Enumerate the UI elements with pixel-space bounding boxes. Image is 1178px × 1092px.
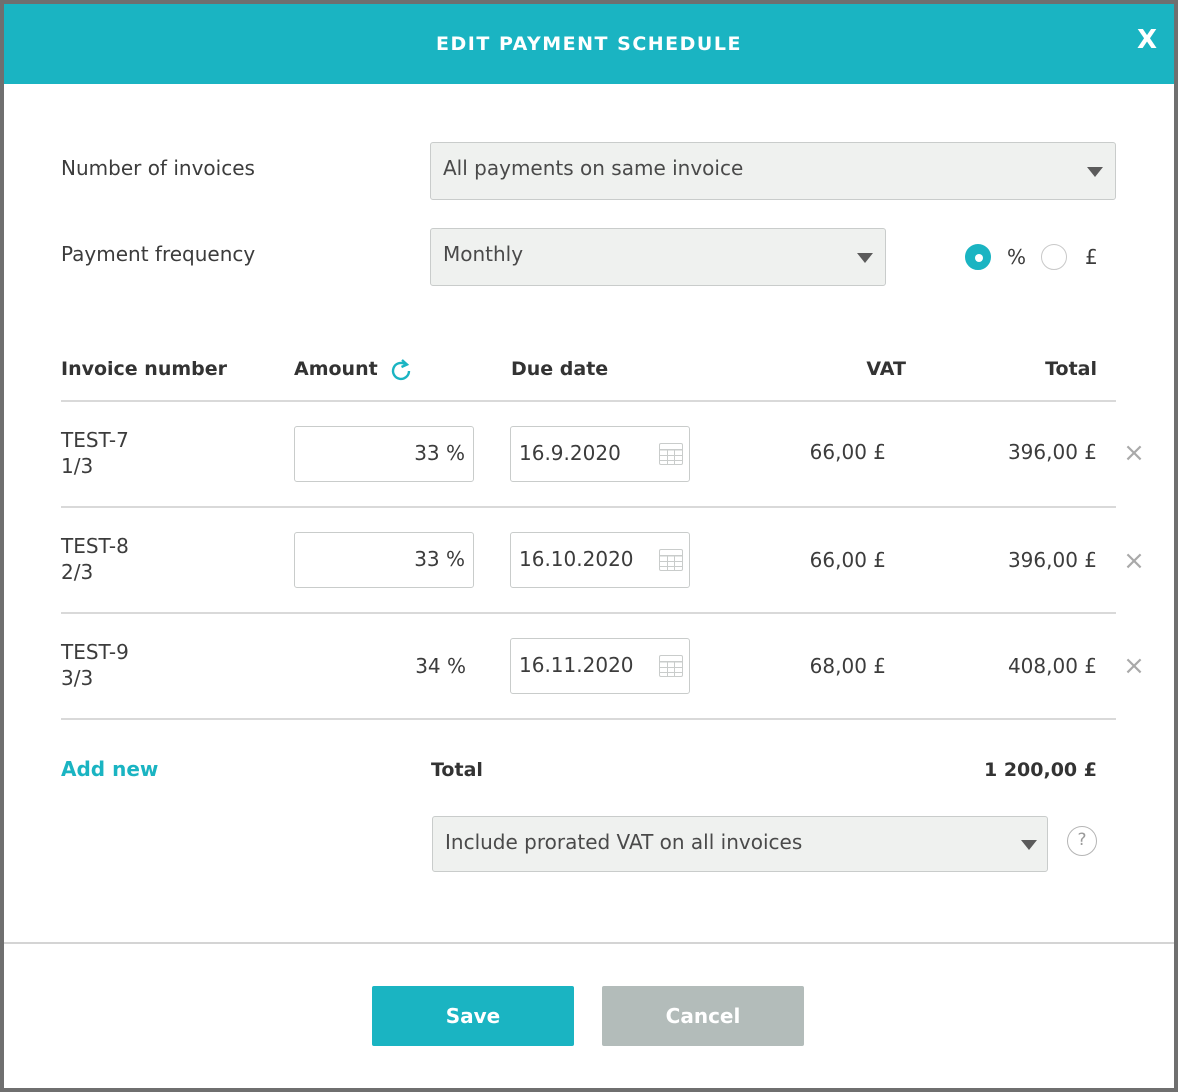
pound-radio-label: £ (1085, 245, 1098, 269)
due-date-input[interactable]: 16.10.2020 (510, 532, 690, 588)
chevron-down-icon (1021, 840, 1037, 850)
table-divider (61, 400, 1116, 402)
vat-value: 66,00 £ (809, 440, 886, 464)
calendar-icon[interactable] (659, 549, 683, 571)
calendar-icon[interactable] (659, 655, 683, 677)
invoice-part: 1/3 (61, 454, 94, 478)
header-due-date: Due date (511, 358, 609, 380)
table-divider (61, 612, 1116, 614)
payment-schedule-dialog: EDIT PAYMENT SCHEDULE X Number of invoic… (4, 4, 1174, 1088)
payment-frequency-value: Monthly (443, 242, 524, 266)
pound-radio[interactable] (1041, 244, 1067, 270)
invoice-number: TEST-8 (61, 534, 129, 558)
chevron-down-icon (857, 253, 873, 263)
number-of-invoices-select[interactable]: All payments on same invoice (430, 142, 1116, 200)
invoice-part: 2/3 (61, 560, 94, 584)
calendar-icon[interactable] (659, 443, 683, 465)
due-date-value: 16.11.2020 (519, 653, 634, 677)
save-button[interactable]: Save (372, 986, 574, 1046)
header-vat: VAT (866, 358, 906, 380)
total-value: 408,00 £ (1007, 654, 1097, 678)
percent-radio-label: % (1007, 245, 1027, 269)
total-label: Total (431, 759, 483, 781)
total-value: 396,00 £ (1007, 548, 1097, 572)
dialog-title: EDIT PAYMENT SCHEDULE (436, 33, 742, 55)
cancel-button[interactable]: Cancel (602, 986, 804, 1046)
help-icon[interactable]: ? (1067, 826, 1097, 856)
delete-row-icon[interactable]: × (1122, 440, 1146, 466)
close-icon[interactable]: X (1132, 22, 1162, 58)
payment-frequency-select[interactable]: Monthly (430, 228, 886, 286)
vat-value: 68,00 £ (809, 654, 886, 678)
delete-row-icon[interactable]: × (1122, 653, 1146, 679)
table-divider (61, 718, 1116, 720)
number-of-invoices-value: All payments on same invoice (443, 156, 744, 180)
due-date-input[interactable]: 16.9.2020 (510, 426, 690, 482)
vat-option-value: Include prorated VAT on all invoices (445, 830, 803, 854)
dialog-header: EDIT PAYMENT SCHEDULE X (4, 4, 1174, 84)
invoice-number: TEST-9 (61, 640, 129, 664)
chevron-down-icon (1087, 167, 1103, 177)
total-value: 396,00 £ (1007, 440, 1097, 464)
due-date-input[interactable]: 16.11.2020 (510, 638, 690, 694)
invoice-part: 3/3 (61, 666, 94, 690)
header-amount: Amount (294, 358, 378, 380)
amount-input[interactable]: 33 % (294, 426, 474, 482)
table-divider (61, 506, 1116, 508)
due-date-value: 16.9.2020 (519, 441, 621, 465)
vat-value: 66,00 £ (809, 548, 886, 572)
header-total: Total (1045, 358, 1097, 380)
payment-frequency-label: Payment frequency (61, 242, 256, 266)
percent-radio[interactable] (965, 244, 991, 270)
add-new-link[interactable]: Add new (61, 757, 158, 781)
amount-value: 34 % (415, 654, 466, 678)
invoice-number: TEST-7 (61, 428, 129, 452)
number-of-invoices-label: Number of invoices (61, 156, 255, 180)
refresh-icon[interactable] (388, 358, 414, 384)
due-date-value: 16.10.2020 (519, 547, 634, 571)
footer-divider (4, 942, 1174, 944)
vat-option-select[interactable]: Include prorated VAT on all invoices (432, 816, 1048, 872)
delete-row-icon[interactable]: × (1122, 548, 1146, 574)
amount-input[interactable]: 33 % (294, 532, 474, 588)
grand-total-value: 1 200,00 £ (984, 759, 1097, 781)
header-invoice-number: Invoice number (61, 358, 228, 380)
